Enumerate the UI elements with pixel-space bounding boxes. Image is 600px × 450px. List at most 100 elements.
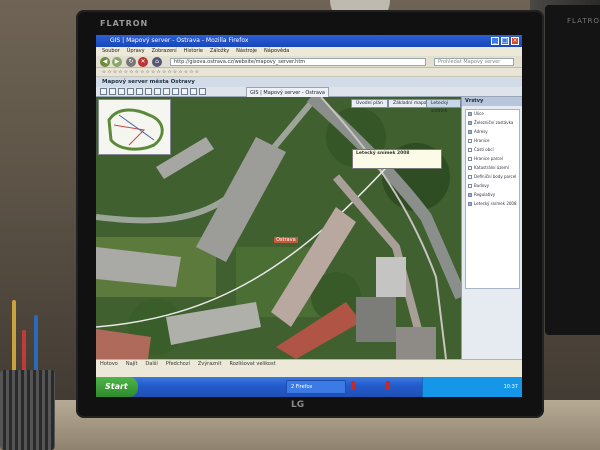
find-bar: Hotovo Najít Další Předchozí Zvýraznit R… — [96, 359, 522, 377]
overview-minimap[interactable] — [98, 99, 171, 155]
close-icon[interactable]: × — [511, 37, 519, 45]
layer-item[interactable]: Katastrální území — [466, 164, 519, 173]
photo-background: FLATRON FLATRON LG GIS | Mapový server -… — [0, 0, 600, 450]
layer-item[interactable]: Hranice parcel — [466, 155, 519, 164]
layer-item[interactable]: Železniční zastávka — [466, 119, 519, 128]
status-text: Hotovo — [100, 361, 118, 367]
map-tab-aerial[interactable]: Letecký snímek — [426, 99, 461, 114]
map-tab-overview[interactable]: Úvodní plán — [351, 99, 388, 108]
legend-tool[interactable] — [181, 88, 188, 95]
window-title: GIS | Mapový server - Ostrava - Mozilla … — [110, 37, 249, 44]
layer-item[interactable]: Letecký snímek 2008 — [466, 200, 519, 209]
minimap-graphic — [107, 108, 164, 151]
help-tool[interactable] — [199, 88, 206, 95]
layer-label: Adresy — [474, 129, 488, 134]
layer-checkbox[interactable] — [468, 130, 472, 134]
pan-tool[interactable] — [118, 88, 125, 95]
tray-clock: 10:37 — [503, 384, 518, 390]
bookmarks-toolbar: ☆ ☆ ☆ ☆ ☆ ☆ ☆ ☆ ☆ ☆ ☆ ☆ ☆ ☆ ☆ ☆ ☆ ☆ — [96, 68, 522, 77]
window-titlebar: GIS | Mapový server - Ostrava - Mozilla … — [96, 35, 522, 47]
search-input[interactable]: Prohledat Mapový server — [434, 58, 514, 66]
layer-checkbox[interactable] — [468, 148, 472, 152]
find-bar-items: Hotovo Najít Další Předchozí Zvýraznit R… — [100, 361, 276, 367]
layer-checkbox[interactable] — [468, 193, 472, 197]
home-icon[interactable]: ⌂ — [152, 57, 162, 67]
layer-label: Ulice — [474, 111, 484, 116]
layer-item[interactable]: Adresy — [466, 128, 519, 137]
search-tool[interactable] — [172, 88, 179, 95]
menu-item-bookmarks[interactable]: Záložky — [210, 47, 229, 56]
layer-label: Regulativy — [474, 192, 496, 197]
taskbar-red-item[interactable] — [351, 381, 355, 390]
taskbar-firefox[interactable]: 2 Firefox — [286, 380, 346, 394]
back-icon[interactable]: ◀ — [100, 57, 110, 67]
navigation-toolbar: ◀ ▶ ↻ ✕ ⌂ http://gisova.ostrava.cz/websi… — [96, 56, 522, 68]
windows-taskbar: Start 2 Firefox 10:37 — [96, 377, 522, 397]
layer-label: Železniční zastávka — [474, 120, 514, 125]
full-extent-tool[interactable] — [127, 88, 134, 95]
menu-bar: Soubor Úpravy Zobrazení Historie Záložky… — [96, 47, 522, 56]
layer-checkbox[interactable] — [468, 112, 472, 116]
monitor-maker-logo: LG — [291, 400, 305, 410]
menu-item-tools[interactable]: Nástroje — [236, 47, 257, 56]
print-tool[interactable] — [163, 88, 170, 95]
layer-item[interactable]: Části obcí — [466, 146, 519, 155]
aerial-map[interactable]: Úvodní plán Základní mapa Letecký snímek… — [96, 97, 461, 359]
layer-label: Budovy — [474, 183, 489, 188]
bookmark-items[interactable]: ☆ ☆ ☆ ☆ ☆ ☆ ☆ ☆ ☆ ☆ ☆ ☆ ☆ ☆ ☆ ☆ ☆ ☆ — [102, 70, 199, 75]
layer-label: Hranice parcel — [474, 156, 503, 161]
address-bar[interactable]: http://gisova.ostrava.cz/website/mapovy_… — [170, 58, 426, 66]
layer-label: Katastrální území — [474, 165, 509, 170]
window-controls: _ □ × — [491, 37, 519, 45]
zoom-out-tool[interactable] — [109, 88, 116, 95]
layers-panel: Vrstvy Ulice Železniční zastávka Adresy … — [461, 97, 522, 389]
layer-checkbox[interactable] — [468, 175, 472, 179]
layer-checkbox[interactable] — [468, 166, 472, 170]
layer-label: Definiční body parcel — [474, 174, 517, 179]
reload-icon[interactable]: ↻ — [126, 57, 136, 67]
layers-list: Ulice Železniční zastávka Adresy Hranice… — [465, 109, 520, 289]
layer-item[interactable]: Ulice — [466, 110, 519, 119]
layer-checkbox[interactable] — [468, 157, 472, 161]
match-case-checkbox[interactable]: Rozlišovat velikost — [229, 361, 275, 367]
menu-item-history[interactable]: Historie — [184, 47, 203, 56]
taskbar-red-item[interactable] — [386, 381, 390, 390]
tooltip-title: Letecký snímek 2008 — [356, 151, 410, 156]
layer-label: Části obcí — [474, 147, 494, 152]
find-previous-button[interactable]: Předchozí — [166, 361, 190, 367]
app-header: Mapový server města Ostravy — [96, 77, 522, 87]
second-monitor: FLATRON — [545, 5, 600, 335]
layer-checkbox[interactable] — [468, 121, 472, 125]
app-title: Mapový server města Ostravy — [102, 79, 195, 85]
select-tool[interactable] — [154, 88, 161, 95]
layer-item[interactable]: Hranice — [466, 137, 519, 146]
layer-checkbox[interactable] — [468, 139, 472, 143]
tab-gis[interactable]: GIS | Mapový server - Ostrava — [246, 87, 329, 97]
layer-item[interactable]: Definiční body parcel — [466, 173, 519, 182]
forward-icon[interactable]: ▶ — [112, 57, 122, 67]
start-button[interactable]: Start — [96, 377, 138, 397]
menu-item-edit[interactable]: Úpravy — [127, 47, 145, 56]
menu-item-help[interactable]: Nápověda — [264, 47, 289, 56]
layer-item[interactable]: Regulativy — [466, 191, 519, 200]
map-tooltip: Letecký snímek 2008 — [352, 149, 442, 169]
find-label: Najít — [125, 361, 138, 367]
zoom-in-tool[interactable] — [100, 88, 107, 95]
layer-item[interactable]: Budovy — [466, 182, 519, 191]
minimize-icon[interactable]: _ — [491, 37, 499, 45]
maximize-icon[interactable]: □ — [501, 37, 509, 45]
highlight-button[interactable]: Zvýraznit — [198, 361, 222, 367]
layer-checkbox[interactable] — [468, 184, 472, 188]
stop-icon[interactable]: ✕ — [138, 57, 148, 67]
menu-item-file[interactable]: Soubor — [102, 47, 120, 56]
export-tool[interactable] — [190, 88, 197, 95]
identify-tool[interactable] — [136, 88, 143, 95]
layers-panel-header: Vrstvy — [462, 97, 522, 106]
menu-item-view[interactable]: Zobrazení — [152, 47, 177, 56]
map-place-label: Ostrava — [274, 237, 298, 243]
monitor-brand: FLATRON — [100, 19, 149, 28]
find-next-button[interactable]: Další — [145, 361, 157, 367]
map-toolbar: GIS | Mapový server - Ostrava — [96, 87, 522, 97]
measure-tool[interactable] — [145, 88, 152, 95]
layer-checkbox[interactable] — [468, 202, 472, 206]
